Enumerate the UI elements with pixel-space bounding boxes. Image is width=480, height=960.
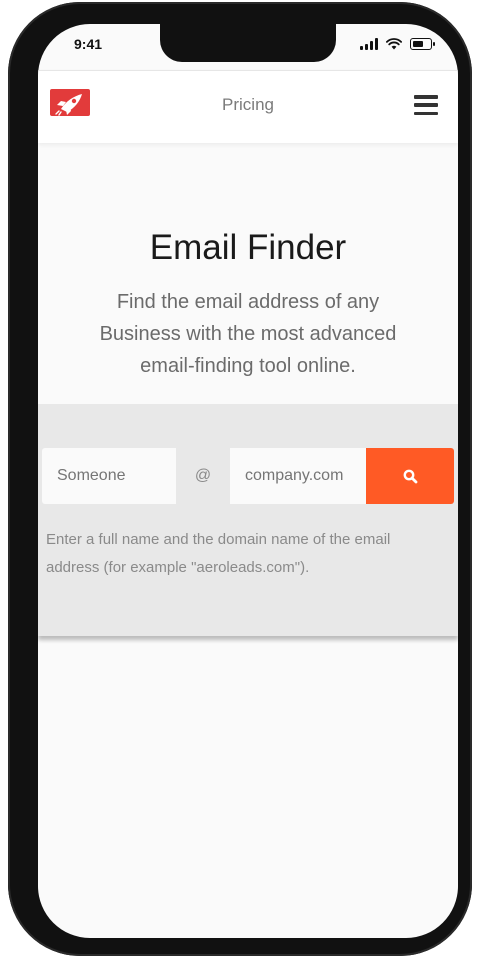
status-icons — [360, 38, 435, 50]
page-title: Email Finder — [149, 228, 347, 267]
wifi-icon — [386, 38, 402, 50]
screen: 9:41 Pricing Email Finder Find the email… — [38, 24, 458, 938]
at-separator: @ — [176, 448, 230, 504]
domain-input[interactable] — [230, 448, 366, 504]
search-section: @ Enter a full name and the domain name … — [38, 404, 458, 636]
hamburger-menu-icon[interactable] — [414, 95, 438, 115]
status-time: 9:41 — [74, 36, 103, 52]
top-navbar: Pricing — [38, 70, 458, 143]
page-subtitle: Find the email address of any Business w… — [99, 291, 397, 377]
nav-link-pricing[interactable]: Pricing — [38, 95, 458, 115]
email-search-bar: @ — [42, 448, 454, 504]
search-button[interactable] — [366, 448, 454, 504]
search-icon — [403, 469, 417, 483]
battery-icon — [410, 38, 435, 50]
cellular-signal-icon — [360, 38, 378, 50]
helper-text: Enter a full name and the domain name of… — [46, 531, 391, 576]
name-input[interactable] — [42, 448, 176, 504]
phone-notch — [160, 24, 336, 62]
phone-frame: 9:41 Pricing Email Finder Find the email… — [8, 2, 472, 956]
